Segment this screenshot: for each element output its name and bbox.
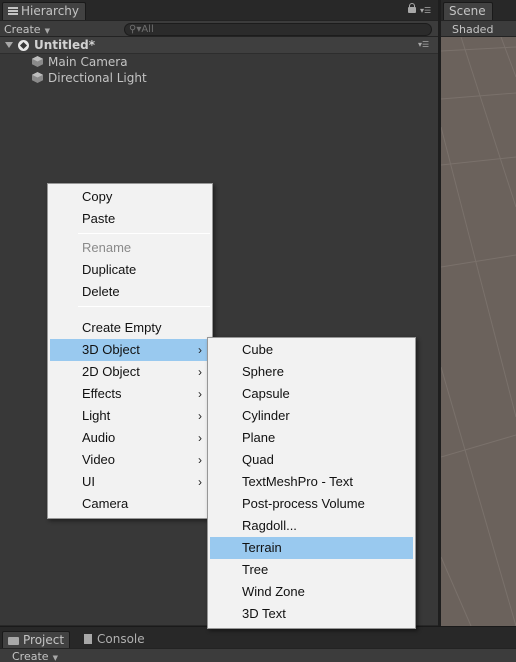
menu-item-label: 2D Object — [82, 364, 140, 379]
menu-item-label: UI — [82, 474, 95, 489]
scene-viewport[interactable] — [441, 37, 516, 626]
tab-console[interactable]: Console — [80, 631, 152, 649]
tab-scene-label: Scene — [449, 4, 486, 18]
panel-menu-icon[interactable]: ▾☰ — [420, 6, 434, 16]
project-create-label: Create — [12, 650, 49, 662]
hierarchy-item-label: Main Camera — [48, 55, 128, 69]
scene-name: Untitled* — [34, 38, 95, 52]
submenu-item-3d-text[interactable]: 3D Text — [210, 603, 413, 625]
hierarchy-toolbar: Create ▼ ⚲▾All — [0, 20, 438, 37]
menu-item-label: 3D Object — [82, 342, 140, 357]
submenu-item-cylinder[interactable]: Cylinder — [210, 405, 413, 427]
hierarchy-list-icon — [8, 7, 18, 15]
menu-item-copy[interactable]: Copy — [50, 186, 210, 208]
submenu-arrow-icon: › — [198, 453, 202, 467]
tab-console-label: Console — [97, 632, 145, 646]
console-icon — [84, 634, 92, 644]
menu-item-light[interactable]: Light › — [50, 405, 210, 427]
menu-item-label: Light — [82, 408, 111, 423]
tab-project[interactable]: Project — [2, 631, 70, 649]
gameobject-cube-icon — [32, 72, 43, 83]
search-placeholder: All — [141, 24, 154, 35]
tab-scene[interactable]: Scene — [443, 2, 493, 21]
submenu-item-plane[interactable]: Plane — [210, 427, 413, 449]
submenu-item-post-process-volume[interactable]: Post-process Volume — [210, 493, 413, 515]
create-dropdown[interactable]: Create ▼ — [4, 22, 50, 37]
submenu-arrow-icon: › — [198, 365, 202, 379]
menu-item-delete[interactable]: Delete — [50, 281, 210, 303]
shading-mode-label: Shaded — [452, 23, 494, 36]
submenu-item-quad[interactable]: Quad — [210, 449, 413, 471]
scene-toolbar: Shaded — [441, 20, 516, 37]
submenu-arrow-icon: › — [198, 387, 202, 401]
menu-item-paste[interactable]: Paste — [50, 208, 210, 230]
submenu-arrow-icon: › — [198, 431, 202, 445]
create-dropdown-label: Create — [4, 23, 41, 36]
submenu-item-ragdoll[interactable]: Ragdoll... — [210, 515, 413, 537]
hierarchy-item-main-camera[interactable]: Main Camera — [0, 54, 438, 70]
context-menu: Copy Paste Rename Duplicate Delete Creat… — [47, 183, 213, 519]
menu-item-ui[interactable]: UI › — [50, 471, 210, 493]
hierarchy-item-directional-light[interactable]: Directional Light — [0, 70, 438, 86]
submenu-item-capsule[interactable]: Capsule — [210, 383, 413, 405]
unity-scene-icon — [18, 40, 29, 51]
menu-item-2d-object[interactable]: 2D Object › — [50, 361, 210, 383]
scene-options-icon[interactable]: ▾☰ — [418, 40, 429, 49]
submenu-item-terrain[interactable]: Terrain — [210, 537, 413, 559]
tab-project-label: Project — [23, 633, 65, 647]
gameobject-cube-icon — [32, 56, 43, 67]
menu-item-video[interactable]: Video › — [50, 449, 210, 471]
scene-tabbar: Scene — [441, 0, 516, 21]
submenu-item-wind-zone[interactable]: Wind Zone — [210, 581, 413, 603]
menu-item-rename: Rename — [82, 240, 132, 255]
project-toolbar: Create ▼ — [0, 648, 516, 662]
lock-icon[interactable] — [408, 3, 416, 13]
hierarchy-item-label: Directional Light — [48, 71, 147, 85]
tab-hierarchy[interactable]: Hierarchy — [2, 2, 86, 21]
tab-hierarchy-label: Hierarchy — [21, 4, 80, 18]
submenu-arrow-icon: › — [198, 475, 202, 489]
shading-mode-dropdown[interactable]: Shaded — [452, 22, 493, 37]
hierarchy-search-input[interactable]: ⚲▾All — [124, 23, 432, 36]
menu-separator — [78, 306, 210, 307]
menu-item-effects[interactable]: Effects › — [50, 383, 210, 405]
foldout-arrow-icon[interactable] — [5, 42, 13, 48]
scene-grid — [441, 37, 516, 626]
dropdown-arrow-icon: ▼ — [44, 27, 50, 35]
dropdown-arrow-icon: ▼ — [52, 654, 58, 662]
submenu-item-tree[interactable]: Tree — [210, 559, 413, 581]
menu-item-camera[interactable]: Camera — [50, 493, 210, 515]
submenu-3d-object: Cube Sphere Capsule Cylinder Plane Quad … — [207, 337, 416, 629]
hierarchy-tabbar: Hierarchy ▾☰ — [0, 0, 438, 21]
scene-row[interactable]: Untitled* ▾☰ — [0, 37, 438, 54]
submenu-item-cube[interactable]: Cube — [210, 339, 413, 361]
submenu-arrow-icon: › — [198, 409, 202, 423]
menu-separator — [78, 233, 210, 234]
submenu-item-textmeshpro-text[interactable]: TextMeshPro - Text — [210, 471, 413, 493]
menu-item-audio[interactable]: Audio › — [50, 427, 210, 449]
submenu-arrow-icon: › — [198, 343, 202, 357]
menu-item-label: Video — [82, 452, 116, 467]
menu-item-label: Audio — [82, 430, 116, 445]
bottom-tabbar: Project Console — [0, 626, 516, 649]
menu-item-label: Effects — [82, 386, 122, 401]
menu-item-duplicate[interactable]: Duplicate — [50, 259, 210, 281]
project-create-dropdown[interactable]: Create ▼ — [12, 650, 58, 662]
menu-item-create-empty[interactable]: Create Empty — [50, 317, 210, 339]
folder-icon — [8, 637, 19, 645]
submenu-item-sphere[interactable]: Sphere — [210, 361, 413, 383]
menu-item-3d-object[interactable]: 3D Object › — [50, 339, 210, 361]
search-icon: ⚲▾ — [129, 24, 142, 35]
